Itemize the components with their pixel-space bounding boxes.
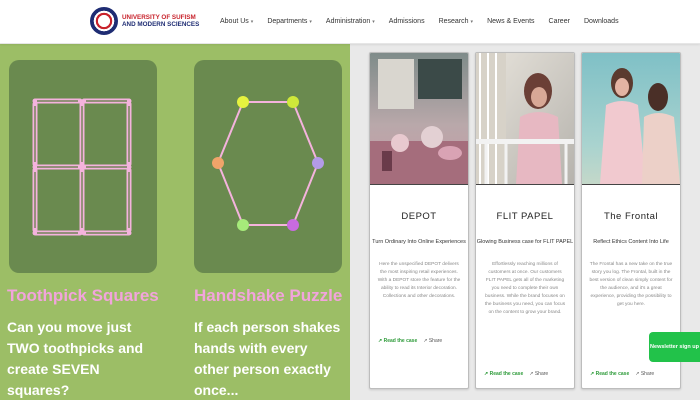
case-body: Here the unspecified DEPOT delivers the …: [377, 262, 461, 299]
read-case-link[interactable]: ↗ Read the case: [590, 371, 629, 377]
share-link[interactable]: ↗ Share: [635, 371, 654, 377]
university-logo[interactable]: UNIVERSITY OF SUFISM AND MODERN SCIENCES: [90, 6, 199, 36]
logo-line-1: UNIVERSITY OF SUFISM: [122, 13, 196, 21]
case-subtitle: Turn Ordinary Into Online Experiences: [372, 239, 466, 245]
toothpick-puzzle-card[interactable]: [9, 60, 157, 273]
share-link[interactable]: ↗ Share: [423, 338, 442, 344]
nav-news-events[interactable]: News & Events: [487, 18, 534, 25]
nav-admissions[interactable]: Admissions: [389, 18, 425, 25]
nav-research[interactable]: Research ▾: [439, 18, 473, 25]
case-card-flit-papel[interactable]: FLIT PAPEL Glowing Business case for FLI…: [475, 52, 575, 389]
nav-about-us[interactable]: About Us ▾: [220, 18, 253, 25]
case-card-depot[interactable]: DEPOT Turn Ordinary Into Online Experien…: [369, 52, 469, 389]
handshake-puzzle-description: If each person shakes hands with every o…: [194, 319, 341, 398]
main-nav: About Us ▾ Departments ▾ Administration ▾ A…: [214, 0, 619, 43]
nav-administration[interactable]: Administration ▾: [326, 18, 375, 25]
nav-career[interactable]: Career: [549, 18, 570, 25]
case-subtitle: Glowing Business case for FLIT PAPEL: [476, 239, 574, 245]
handshake-puzzle-title: Handshake Puzzle: [194, 286, 343, 305]
toothpick-puzzle-title: Toothpick Squares: [7, 286, 159, 305]
chevron-down-icon: ▾: [372, 18, 375, 25]
puzzle-section: Toothpick Squares Handshake Puzzle Can y…: [0, 43, 350, 400]
logo-line-2: AND MODERN SCIENCES: [122, 21, 200, 28]
site-header: UNIVERSITY OF SUFISM AND MODERN SCIENCES…: [0, 0, 700, 44]
case-body: Effortlessly reaching millions of custom…: [484, 262, 566, 315]
handshake-puzzle-card[interactable]: [194, 60, 342, 273]
case-title: DEPOT: [401, 211, 437, 222]
chevron-down-icon: ▾: [309, 18, 312, 25]
read-case-link[interactable]: ↗ Read the case: [378, 338, 417, 344]
depot-photo: [370, 53, 468, 184]
the-frontal-photo: [582, 53, 680, 184]
nav-departments[interactable]: Departments ▾: [267, 18, 312, 25]
read-case-link[interactable]: ↗ Read the case: [484, 371, 523, 377]
nav-downloads[interactable]: Downloads: [584, 18, 619, 25]
case-study-section: DEPOT Turn Ordinary Into Online Experien…: [350, 43, 700, 400]
handshake-hexagon-icon: [212, 96, 324, 231]
case-subtitle: Reflect Ethics Content Into Life: [593, 239, 669, 245]
university-seal-icon: [90, 7, 118, 35]
flit-papel-photo: [476, 53, 574, 184]
case-title: The Frontal: [603, 211, 659, 222]
toothpick-puzzle-description: Can you move just TWO toothpicks and cre…: [7, 319, 144, 398]
chevron-down-icon: ▾: [470, 18, 474, 25]
toothpick-grid-icon: [32, 98, 132, 236]
share-link[interactable]: ↗ Share: [529, 371, 548, 377]
newsletter-signup-button[interactable]: Newsletter sign up: [649, 332, 700, 362]
case-title: FLIT PAPEL: [496, 211, 554, 222]
chevron-down-icon: ▾: [250, 18, 254, 25]
case-body: The Frontal has a new take on the true s…: [589, 262, 673, 307]
